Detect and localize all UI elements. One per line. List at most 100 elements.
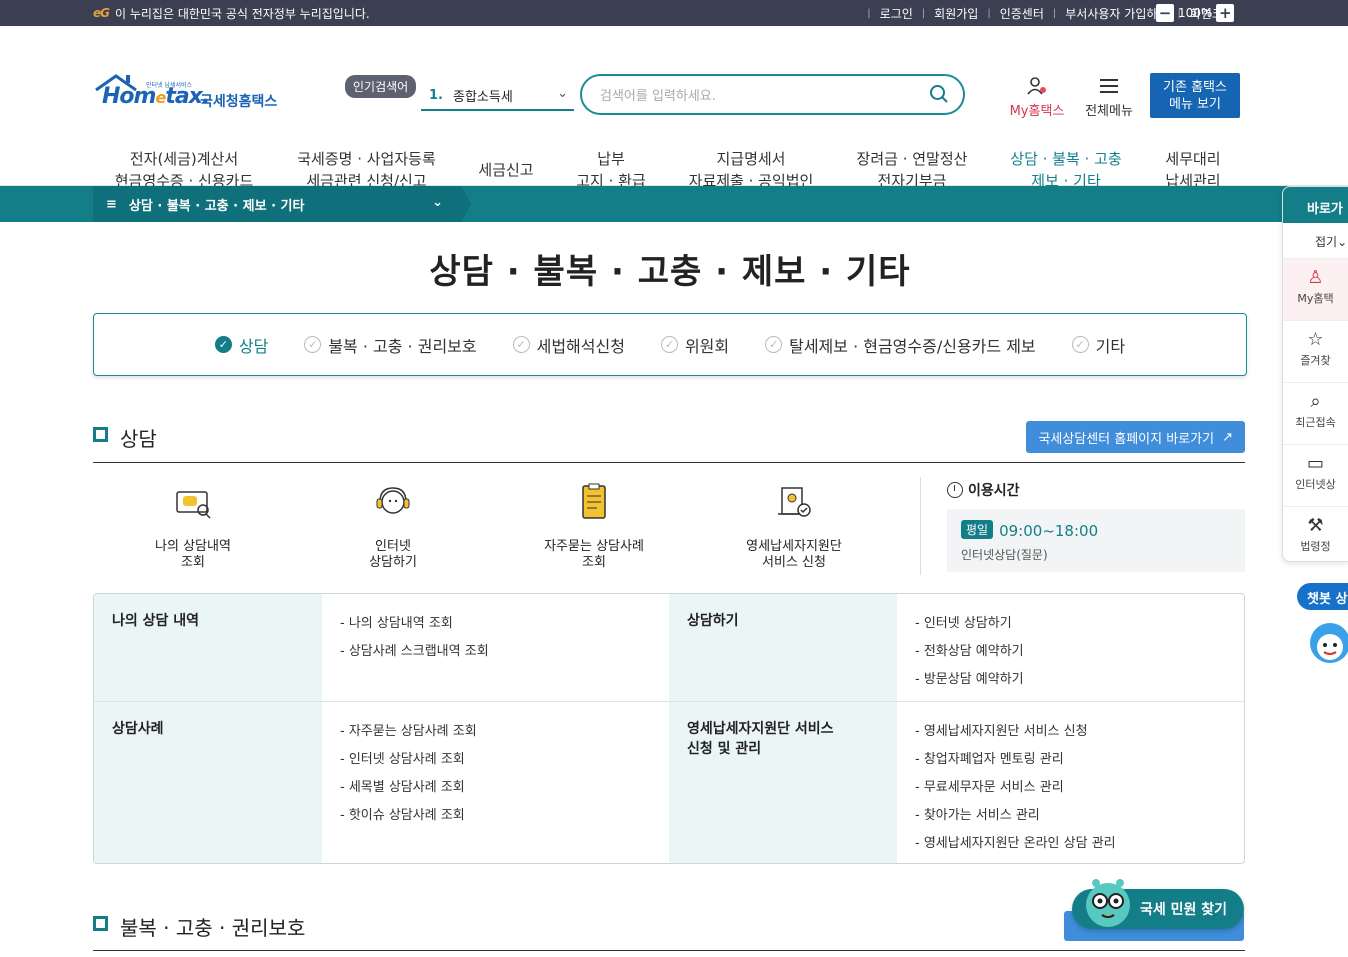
service-faq[interactable]: 자주묻는 상담사례 조회 — [524, 480, 664, 571]
link-support-apply[interactable]: 영세납세자지원단 서비스 신청 — [915, 718, 1228, 746]
star-icon: ☆ — [1307, 329, 1324, 350]
clock-icon — [947, 482, 963, 498]
check-icon: ✓ — [304, 336, 322, 353]
page-title: 상담 · 불복 · 고충 · 제보 · 기타 — [429, 252, 911, 292]
section-title: 불복 · 고충 · 권리보호 — [120, 916, 306, 940]
mascot-icon — [1086, 879, 1130, 927]
check-icon: ✓ — [660, 336, 678, 353]
grid-list: 영세납세자지원단 서비스 신청 창업자폐업자 멘토링 관리 무료세무자문 서비스… — [897, 702, 1244, 863]
breadcrumb[interactable]: ≡ 상담 · 불복 · 고충 · 제보 · 기타 ⌄ — [93, 186, 471, 222]
logo-name: 국세청홈택스 — [200, 94, 278, 110]
link-visit-reserve[interactable]: 방문상담 예약하기 — [915, 666, 1228, 694]
service-internet-consult[interactable]: 인터넷 상담하기 — [333, 480, 453, 571]
link-online-consult-mgmt[interactable]: 영세납세자지원단 온라인 상담 관리 — [915, 830, 1228, 858]
cert-center-link[interactable]: 인증센터 — [1000, 5, 1044, 22]
link-faq-cases[interactable]: 자주묻는 상담사례 조회 — [340, 718, 651, 746]
link-internet-cases[interactable]: 인터넷 상담사례 조회 — [340, 746, 651, 774]
section-consult: 상담 국세상담센터 홈페이지 바로가기 ↗ — [93, 421, 1247, 463]
tab-etc[interactable]: ✓ 기타 — [1071, 333, 1125, 357]
rail-item-my-hometax[interactable]: ♙ My홈택 — [1283, 259, 1348, 321]
service-my-consult[interactable]: 나의 상담내역 조회 — [133, 480, 253, 571]
check-icon: ✓ — [1071, 336, 1089, 353]
rail-item-law[interactable]: ⚒ 법령정 — [1283, 507, 1348, 561]
tab-committee[interactable]: ✓ 위원회 — [660, 333, 729, 357]
link-scrap-history[interactable]: 상담사례 스크랩내역 조회 — [340, 638, 651, 666]
document-icon — [582, 483, 606, 519]
section-title: 상담 — [120, 427, 157, 451]
top-utility-bar: eG 이 누리집은 대한민국 공식 전자정부 누리집입니다. | 로그인 | 회원가… — [0, 0, 1348, 26]
link-hot-issue-cases[interactable]: 핫이슈 상담사례 조회 — [340, 802, 651, 830]
chevron-down-icon: ⌄ — [432, 195, 443, 210]
link-internet-consult[interactable]: 인터넷 상담하기 — [915, 610, 1228, 638]
dept-user-signup-link[interactable]: 부서사용자 가입하기 — [1065, 5, 1168, 22]
grid-header-cases: 상담사례 — [94, 702, 322, 863]
zoom-out-button[interactable]: − — [1156, 4, 1174, 22]
link-visiting-service[interactable]: 찾아가는 서비스 관리 — [915, 802, 1228, 830]
tab-interpretation[interactable]: ✓ 세법해석신청 — [512, 333, 625, 357]
quick-menu-rail: 바로가 접기⌄ ♙ My홈택 ☆ 즐겨찾 ⌕ 최근접속 ▭ 인터넷상 ⚒ 법령정 — [1282, 186, 1348, 562]
chatbot-label[interactable]: 챗봇 상 — [1297, 583, 1348, 610]
tab-report[interactable]: ✓ 탈세제보 · 현금영수증/신용카드 제보 — [765, 333, 1036, 357]
business-hours: 이용시간 평일 09:00~18:00 인터넷상담(질문) — [947, 480, 1245, 572]
hamburger-icon — [1100, 79, 1118, 93]
check-icon: ✓ — [765, 336, 783, 353]
grid-header-consult: 상담하기 — [669, 594, 897, 701]
grid-header-my-consult: 나의 상담 내역 — [94, 594, 322, 701]
monitor-chat-icon — [176, 491, 211, 519]
gov-notice-text[interactable]: 이 누리집은 대한민국 공식 전자정부 누리집입니다. — [115, 5, 370, 22]
rail-item-recent[interactable]: ⌕ 최근접속 — [1283, 383, 1348, 445]
rail-item-favorites[interactable]: ☆ 즐겨찾 — [1283, 321, 1348, 383]
user-icon — [1027, 77, 1046, 95]
headset-icon — [376, 487, 410, 514]
section-square-icon — [93, 427, 108, 442]
gnb-item-tax-filing[interactable]: 세금신고 — [474, 148, 538, 181]
popular-search-select[interactable]: 1. 종합소득세 ⌄ — [421, 82, 574, 111]
grid-list: 나의 상담내역 조회 상담사례 스크랩내역 조회 — [322, 594, 669, 701]
tab-appeal[interactable]: ✓ 불복 · 고충 · 권리보호 — [304, 333, 477, 357]
gov-notice: eG 이 누리집은 대한민국 공식 전자정부 누리집입니다. — [93, 0, 370, 26]
my-hometax-button[interactable]: My홈택스 — [1006, 76, 1068, 119]
link-phone-reserve[interactable]: 전화상담 예약하기 — [915, 638, 1228, 666]
location-bar: ≡ 상담 · 불복 · 고충 · 제보 · 기타 ⌄ — [0, 186, 1348, 222]
laptop-icon: ▭ — [1306, 453, 1324, 474]
grid-list: 자주묻는 상담사례 조회 인터넷 상담사례 조회 세목별 상담사례 조회 핫이슈… — [322, 702, 669, 863]
search-icon[interactable] — [929, 84, 949, 104]
search-input[interactable]: 검색어를 입력하세요. — [580, 74, 965, 115]
popular-search-label: 인기검색어 — [345, 75, 417, 98]
login-link[interactable]: 로그인 — [880, 5, 913, 22]
check-icon: ✓ — [214, 336, 232, 353]
external-link-icon: ↗ — [1222, 429, 1233, 445]
chevron-down-icon: ⌄ — [557, 86, 568, 101]
breadcrumb-label: 상담 · 불복 · 고충 · 제보 · 기타 — [128, 198, 305, 214]
zoom-control: − 100% + — [1156, 4, 1235, 22]
all-menu-button[interactable]: 전체메뉴 — [1081, 76, 1137, 119]
tab-consult[interactable]: ✓ 상담 — [214, 333, 268, 357]
zoom-in-button[interactable]: + — [1216, 4, 1235, 22]
signup-link[interactable]: 회원가입 — [934, 5, 978, 22]
chatbot-character-icon[interactable] — [1306, 617, 1348, 669]
service-small-taxpayer[interactable]: 영세납세자지원단 서비스 신청 — [724, 480, 864, 571]
grid-header-small-taxpayer: 영세납세자지원단 서비스 신청 및 관리 — [669, 702, 897, 863]
fold-button[interactable]: 접기⌄ — [1283, 223, 1348, 259]
category-tabs: ✓ 상담 ✓ 불복 · 고충 · 권리보호 ✓ 세법해석신청 ✓ 위원회 ✓ 탈세제보 ·… — [93, 313, 1247, 376]
header: 인터넷 납세서비스 Hometax. 국세청홈택스 인기검색어 1. 종합소득세 … — [0, 26, 1348, 203]
tax-civil-finder-button[interactable]: 국세 민원 찾기 — [1072, 879, 1244, 929]
rail-item-internet-consult[interactable]: ▭ 인터넷상 — [1283, 445, 1348, 507]
logo-wordmark: Hometax. — [102, 84, 210, 109]
link-my-consult-history[interactable]: 나의 상담내역 조회 — [340, 610, 651, 638]
certificate-icon — [778, 487, 811, 517]
weekday-badge: 평일 — [961, 520, 994, 539]
recent-search-icon: ⌕ — [1310, 391, 1321, 412]
zoom-level: 100% — [1178, 6, 1213, 20]
link-free-advice[interactable]: 무료세무자문 서비스 관리 — [915, 774, 1228, 802]
grid-list: 인터넷 상담하기 전화상담 예약하기 방문상담 예약하기 — [897, 594, 1244, 701]
egov-logo: eG — [93, 6, 110, 20]
quick-menu-title: 바로가 — [1283, 187, 1348, 223]
consult-menu-grid: 나의 상담 내역 나의 상담내역 조회 상담사례 스크랩내역 조회 상담하기 인… — [93, 593, 1245, 864]
link-mentoring[interactable]: 창업자폐업자 멘토링 관리 — [915, 746, 1228, 774]
consult-center-link[interactable]: 국세상담센터 홈페이지 바로가기 ↗ — [1026, 421, 1245, 453]
link-tax-item-cases[interactable]: 세목별 상담사례 조회 — [340, 774, 651, 802]
old-menu-button[interactable]: 기존 홈택스 메뉴 보기 — [1150, 73, 1240, 118]
gavel-icon: ⚒ — [1307, 515, 1324, 536]
hometax-logo[interactable]: 인터넷 납세서비스 Hometax. 국세청홈택스 — [94, 72, 286, 120]
